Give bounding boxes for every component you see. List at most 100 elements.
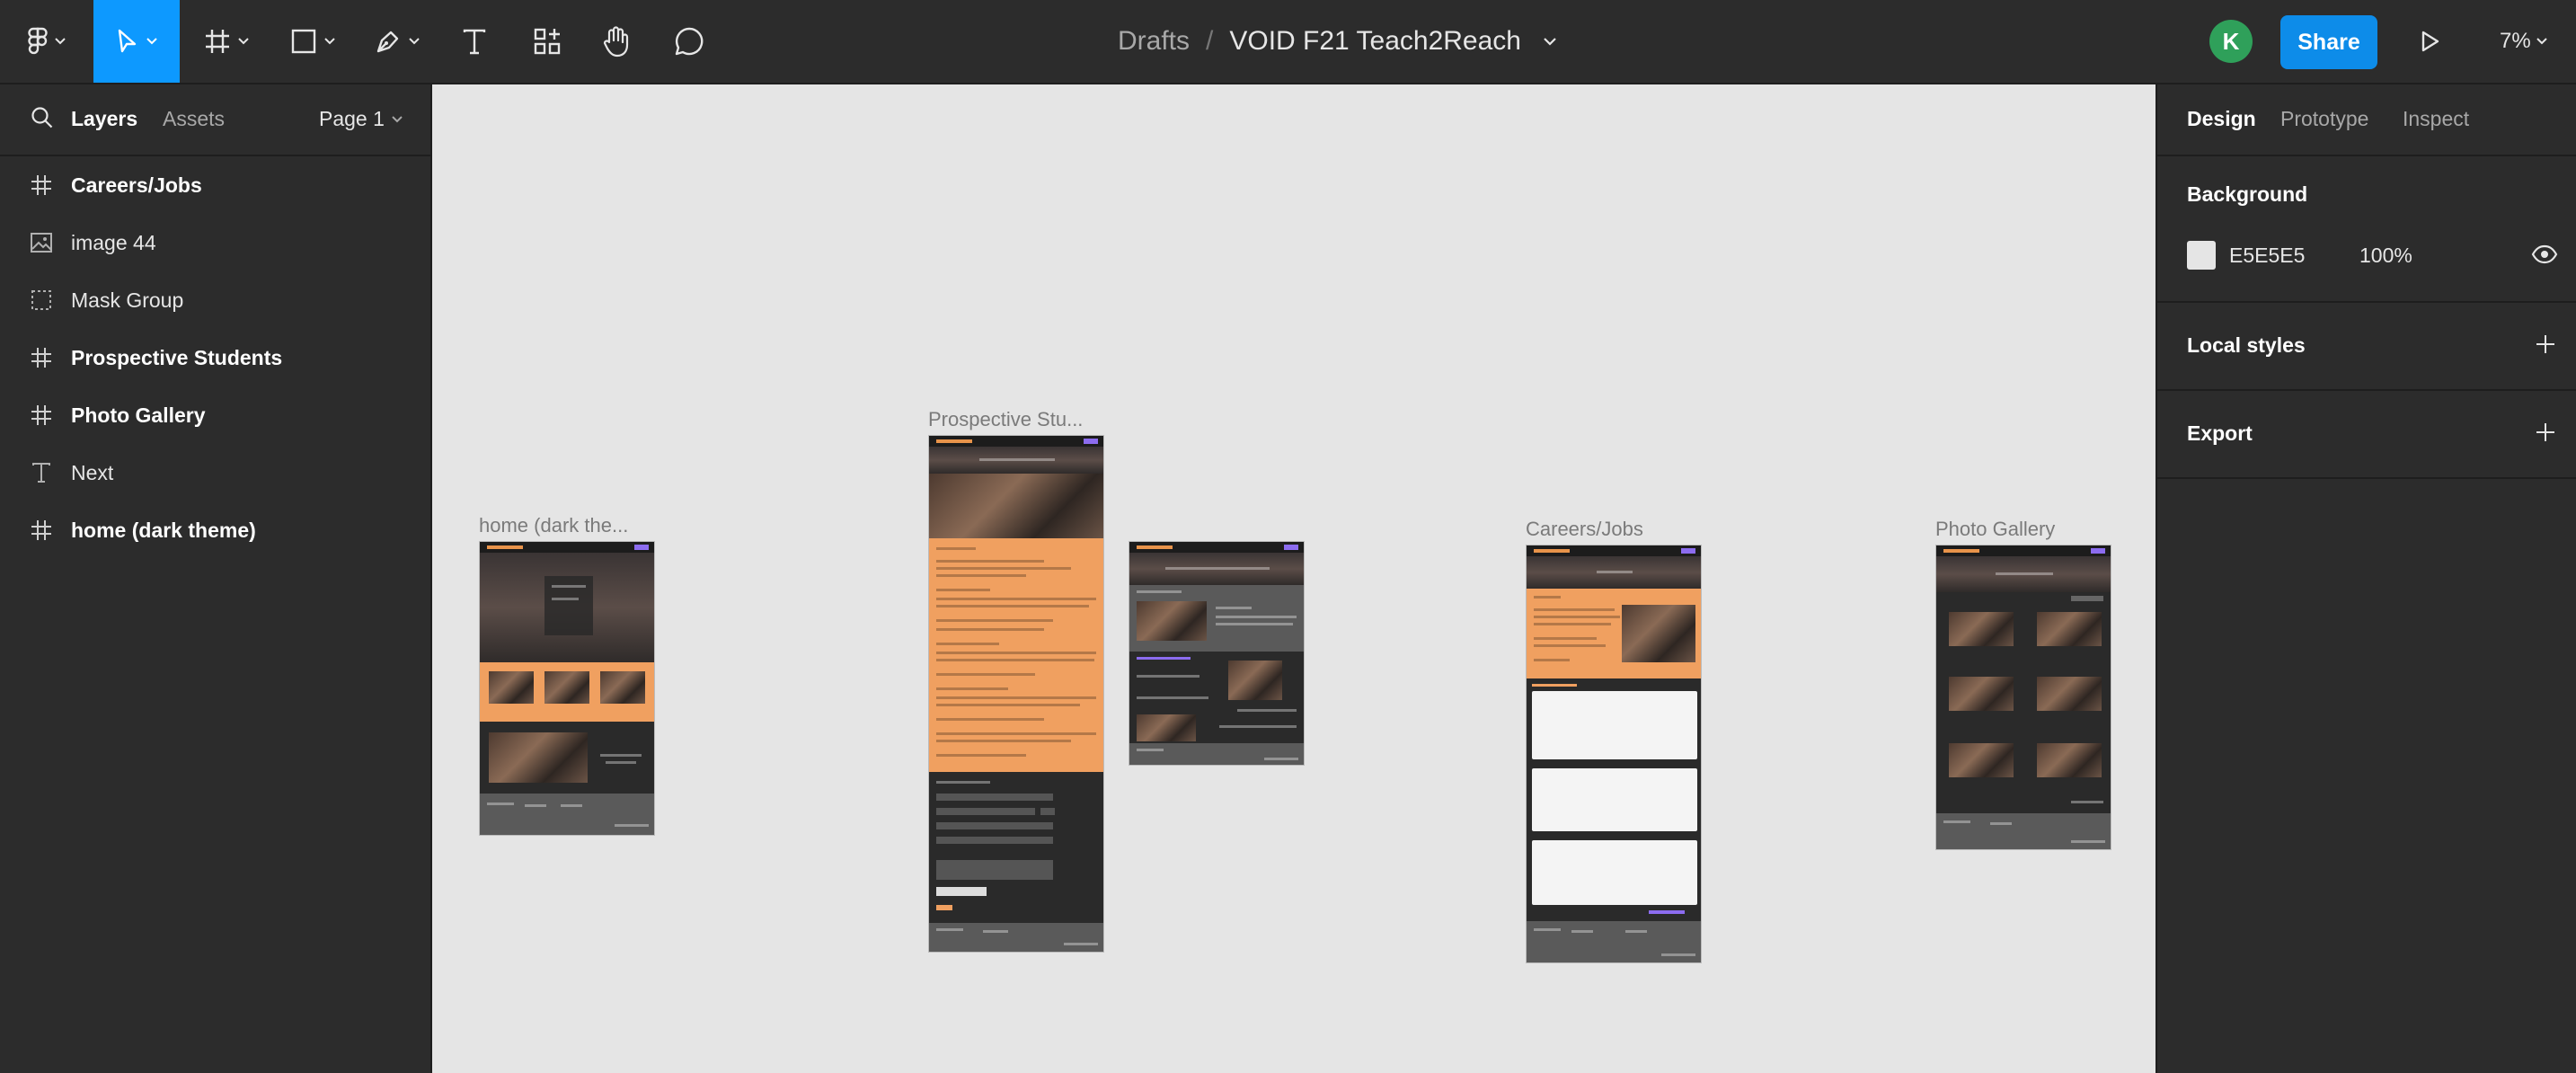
eye-icon[interactable] xyxy=(2531,244,2558,264)
layer-item[interactable]: home (dark theme) xyxy=(0,501,430,559)
frame-join-us xyxy=(1527,589,1701,678)
frame-section-video xyxy=(480,722,654,794)
main-menu-button[interactable] xyxy=(13,0,81,83)
image-44[interactable] xyxy=(1129,541,1305,766)
frame-title-band xyxy=(1527,556,1701,589)
frame-photo-gallery[interactable] xyxy=(1935,545,2111,850)
present-button[interactable] xyxy=(2408,0,2453,83)
frame-title-band xyxy=(1129,553,1304,585)
tab-design[interactable]: Design xyxy=(2187,107,2256,131)
plus-icon[interactable] xyxy=(2535,421,2556,443)
background-hex-input[interactable]: E5E5E5 xyxy=(2229,244,2305,268)
layer-item[interactable]: Prospective Students xyxy=(0,329,430,386)
tab-assets[interactable]: Assets xyxy=(163,107,225,131)
components-icon xyxy=(534,28,561,55)
layer-name: Photo Gallery xyxy=(71,403,206,427)
frame-nav xyxy=(929,436,1103,447)
frame-icon xyxy=(29,518,54,543)
gallery-thumbnail xyxy=(2037,677,2102,711)
move-tool-button[interactable] xyxy=(93,0,180,83)
text-icon xyxy=(463,29,486,55)
share-button[interactable]: Share xyxy=(2280,15,2377,69)
tab-inspect[interactable]: Inspect xyxy=(2403,107,2469,131)
frame-label-gallery[interactable]: Photo Gallery xyxy=(1935,518,2055,541)
plus-icon[interactable] xyxy=(2535,333,2556,355)
job-card xyxy=(1532,691,1697,759)
breadcrumb-drafts[interactable]: Drafts xyxy=(1118,26,1190,57)
frame-label-home[interactable]: home (dark the... xyxy=(479,514,628,537)
layer-name: Careers/Jobs xyxy=(71,173,202,197)
text-tool-button[interactable] xyxy=(449,0,500,83)
page-selector[interactable]: Page 1 xyxy=(319,107,403,131)
frame-title-band xyxy=(1936,556,2111,592)
zoom-value: 7% xyxy=(2500,29,2531,53)
frame-home-dark-theme[interactable] xyxy=(479,541,655,836)
frame-icon xyxy=(29,345,54,370)
frame-hero-image xyxy=(929,474,1103,538)
gallery-thumbnail xyxy=(1949,677,2014,711)
local-styles-title: Local styles xyxy=(2187,333,2306,357)
layer-name: Next xyxy=(71,460,114,484)
layer-name: image 44 xyxy=(71,230,156,254)
layer-item[interactable]: Careers/Jobs xyxy=(0,156,430,214)
frame-testimonials xyxy=(1129,652,1304,743)
local-styles-section: Local styles xyxy=(2157,303,2576,391)
layer-item[interactable]: image 44 xyxy=(0,214,430,271)
left-panel-tabs: Layers Assets Page 1 xyxy=(0,84,430,156)
frame-careers-jobs[interactable] xyxy=(1526,545,1702,963)
design-panel: Design Prototype Inspect Background E5E5… xyxy=(2156,84,2576,1073)
frame-icon xyxy=(29,403,54,428)
cursor-icon xyxy=(118,29,137,53)
background-title: Background xyxy=(2187,182,2308,206)
chevron-down-icon[interactable] xyxy=(1543,37,1557,46)
tab-prototype[interactable]: Prototype xyxy=(2280,107,2368,131)
frame-prospective-students[interactable] xyxy=(928,435,1104,953)
frame-job-listings xyxy=(1527,678,1701,921)
search-icon[interactable] xyxy=(31,106,54,129)
shape-tool-button[interactable] xyxy=(279,0,347,83)
chevron-down-icon xyxy=(238,38,249,45)
comment-icon xyxy=(675,27,704,56)
hand-tool-button[interactable] xyxy=(589,0,643,83)
canvas[interactable]: home (dark the... Prospective Stu... Car… xyxy=(432,84,2156,1073)
tab-layers[interactable]: Layers xyxy=(71,107,137,131)
layer-item[interactable]: Mask Group xyxy=(0,271,430,329)
background-section: Background xyxy=(2157,156,2576,303)
frame-icon xyxy=(206,30,229,53)
frame-label-careers[interactable]: Careers/Jobs xyxy=(1526,518,1643,541)
frame-icon xyxy=(29,173,54,198)
file-name[interactable]: VOID F21 Teach2Reach xyxy=(1229,26,1521,57)
pen-tool-button[interactable] xyxy=(363,0,431,83)
zoom-control[interactable]: 7% xyxy=(2500,0,2547,83)
layer-item[interactable]: Photo Gallery xyxy=(0,386,430,444)
frame-current-students xyxy=(1129,585,1304,652)
gallery-thumbnail xyxy=(2037,743,2102,777)
page-name: Page 1 xyxy=(319,107,385,130)
background-opacity-input[interactable]: 100% xyxy=(2359,244,2412,268)
chevron-down-icon xyxy=(392,115,403,122)
play-icon xyxy=(2421,31,2439,52)
layer-name: Prospective Students xyxy=(71,345,283,369)
gallery-thumbnail xyxy=(1949,743,2014,777)
avatar[interactable]: K xyxy=(2209,20,2253,63)
file-title[interactable]: Drafts / VOID F21 Teach2Reach xyxy=(1118,0,1557,83)
chevron-down-icon xyxy=(146,38,157,45)
chevron-down-icon xyxy=(55,38,66,45)
frame-footer xyxy=(480,794,654,835)
export-title: Export xyxy=(2187,421,2253,445)
frame-label-prospective[interactable]: Prospective Stu... xyxy=(928,408,1083,431)
chevron-down-icon xyxy=(409,38,420,45)
pen-icon xyxy=(376,31,399,53)
comment-tool-button[interactable] xyxy=(663,0,715,83)
frame-form-section xyxy=(929,772,1103,923)
layer-name: Mask Group xyxy=(71,288,184,312)
layer-item[interactable]: Next xyxy=(0,444,430,501)
figma-logo-icon xyxy=(28,27,48,55)
gallery-thumbnail xyxy=(1949,612,2014,646)
resources-button[interactable] xyxy=(521,0,573,83)
frame-nav xyxy=(1129,542,1304,553)
frame-footer xyxy=(1936,813,2111,849)
frame-programs-section xyxy=(929,538,1103,772)
background-color-swatch[interactable] xyxy=(2187,241,2216,270)
frame-tool-button[interactable] xyxy=(192,0,261,83)
